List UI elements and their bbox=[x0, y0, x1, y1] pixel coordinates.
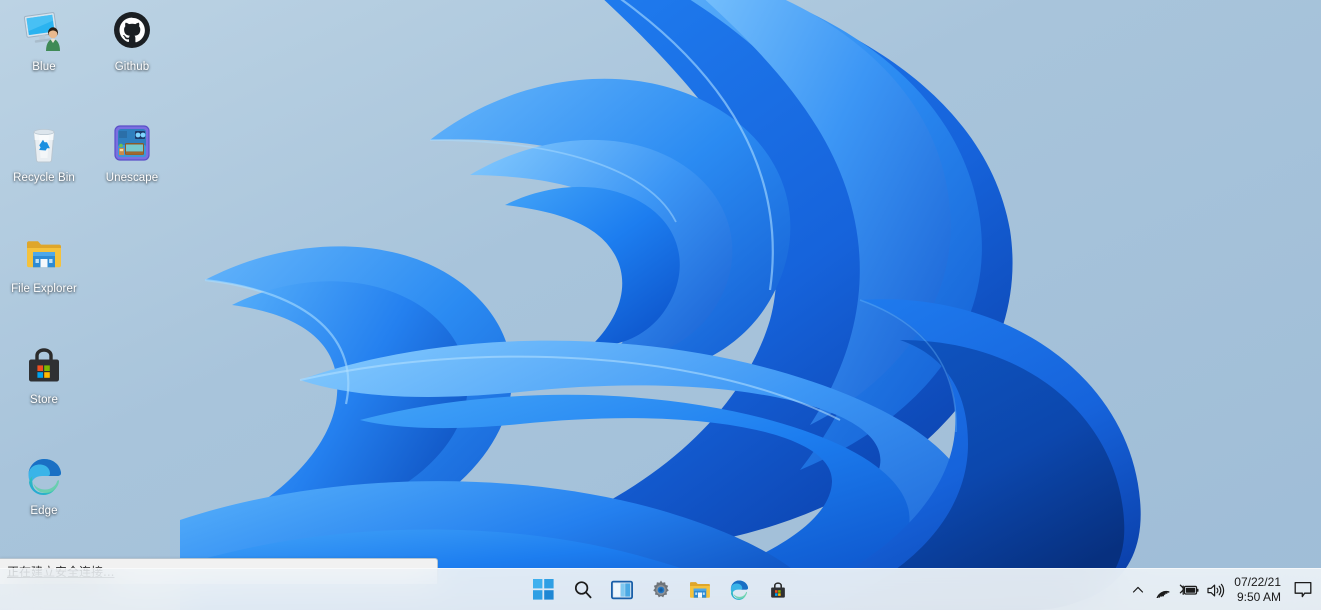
tray-volume-button[interactable] bbox=[1202, 569, 1228, 610]
bloom-wallpaper-art bbox=[0, 0, 1321, 610]
speaker-icon bbox=[1206, 583, 1225, 598]
tray-overflow-button[interactable] bbox=[1126, 569, 1150, 610]
folder-icon bbox=[20, 230, 68, 278]
windows-logo-icon bbox=[533, 579, 554, 600]
desktop-icon-label: Blue bbox=[0, 61, 88, 75]
task-view-icon bbox=[611, 580, 633, 600]
taskbar-notifications-button[interactable] bbox=[1289, 569, 1317, 610]
desktop-icon-unescape[interactable]: Unescape bbox=[88, 119, 176, 186]
taskbar-clock[interactable]: 07/22/21 9:50 AM bbox=[1228, 569, 1289, 610]
battery-charging-icon bbox=[1179, 583, 1199, 597]
desktop-icon-blue[interactable]: Blue bbox=[0, 8, 88, 75]
tray-battery-button[interactable] bbox=[1176, 569, 1202, 610]
chevron-up-icon bbox=[1132, 585, 1144, 595]
gear-icon bbox=[650, 579, 672, 601]
taskbar-task-view-button[interactable] bbox=[607, 575, 637, 605]
github-icon bbox=[108, 8, 156, 56]
taskbar-edge-button[interactable] bbox=[724, 575, 754, 605]
taskbar-start-button[interactable] bbox=[529, 575, 559, 605]
desktop-icon-store[interactable]: Store bbox=[0, 341, 88, 408]
taskbar-settings-button[interactable] bbox=[646, 575, 676, 605]
recycle-bin-icon bbox=[20, 119, 68, 167]
clock-date: 07/22/21 bbox=[1234, 575, 1281, 590]
wifi-icon bbox=[1154, 583, 1172, 598]
desktop-icon-label: Recycle Bin bbox=[0, 172, 88, 186]
unescape-game-icon bbox=[108, 119, 156, 167]
taskbar-button-group bbox=[529, 569, 793, 610]
edge-icon bbox=[20, 452, 68, 500]
system-tray: 07/22/21 9:50 AM bbox=[1126, 569, 1321, 610]
desktop-icon-label: Github bbox=[88, 61, 176, 75]
folder-icon bbox=[688, 579, 712, 601]
chat-bubble-icon bbox=[1293, 581, 1313, 599]
desktop-icon-github[interactable]: Github bbox=[88, 8, 176, 75]
monitor-user-icon bbox=[20, 8, 68, 56]
desktop-icon-label: Store bbox=[0, 394, 88, 408]
taskbar-store-button[interactable] bbox=[763, 575, 793, 605]
microsoft-store-icon bbox=[767, 579, 789, 601]
desktop-icon-label: Unescape bbox=[88, 172, 176, 186]
taskbar: 07/22/21 9:50 AM bbox=[0, 568, 1321, 610]
desktop-icon-recycle-bin[interactable]: Recycle Bin bbox=[0, 119, 88, 186]
desktop-icon-label: Edge bbox=[0, 505, 88, 519]
desktop-icon-edge[interactable]: Edge bbox=[0, 452, 88, 519]
edge-icon bbox=[727, 578, 751, 602]
clock-time: 9:50 AM bbox=[1237, 590, 1281, 605]
desktop-icon-file-explorer[interactable]: File Explorer bbox=[0, 230, 88, 297]
tray-network-button[interactable] bbox=[1150, 569, 1176, 610]
search-icon bbox=[572, 579, 594, 601]
desktop-wallpaper[interactable] bbox=[0, 0, 1321, 610]
desktop-screen: Blue Github bbox=[0, 0, 1321, 610]
taskbar-file-explorer-button[interactable] bbox=[685, 575, 715, 605]
desktop-icon-label: File Explorer bbox=[0, 283, 88, 297]
microsoft-store-icon bbox=[20, 341, 68, 389]
taskbar-search-button[interactable] bbox=[568, 575, 598, 605]
